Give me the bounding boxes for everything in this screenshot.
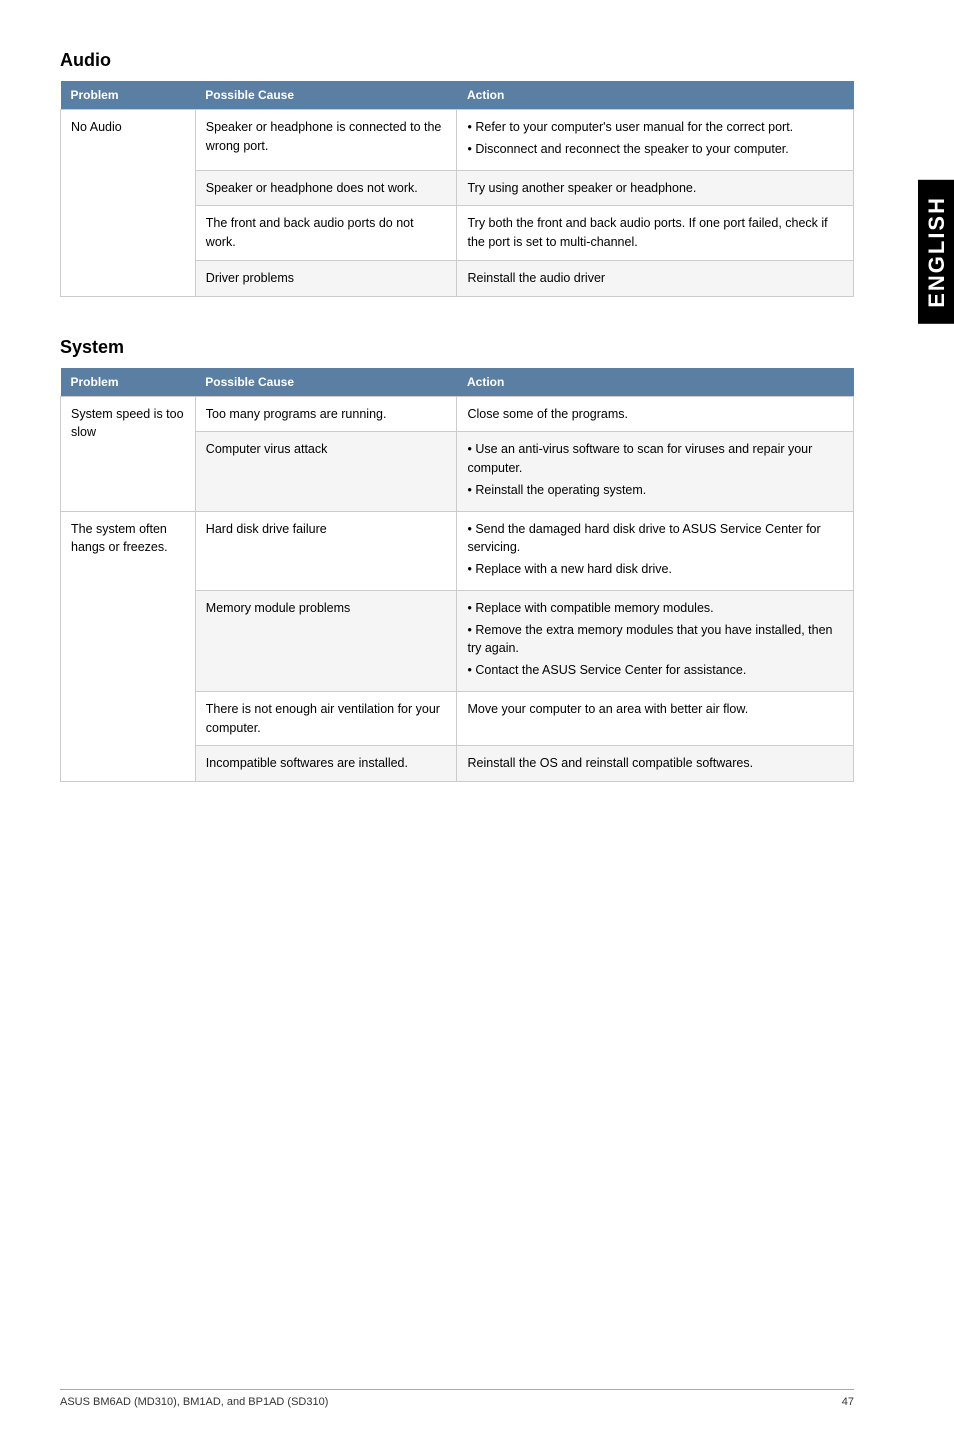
audio-cause-1: Speaker or headphone is connected to the… [195, 110, 457, 171]
audio-header-problem: Problem [61, 81, 196, 110]
table-row: No Audio Speaker or headphone is connect… [61, 110, 854, 171]
system-problem-speed: System speed is too slow [61, 396, 196, 511]
system-problem-hangs: The system often hangs or freezes. [61, 511, 196, 782]
audio-action-1: Refer to your computer's user manual for… [457, 110, 854, 171]
audio-section-title: Audio [60, 50, 854, 71]
audio-action-3: Try both the front and back audio ports.… [457, 206, 854, 261]
audio-action-2: Try using another speaker or headphone. [457, 170, 854, 206]
system-header-cause: Possible Cause [195, 368, 457, 397]
system-header-problem: Problem [61, 368, 196, 397]
system-action-5: Move your computer to an area with bette… [457, 691, 854, 746]
system-cause-3: Hard disk drive failure [195, 511, 457, 590]
footer: ASUS BM6AD (MD310), BM1AD, and BP1AD (SD… [60, 1389, 854, 1408]
system-action-3: Send the damaged hard disk drive to ASUS… [457, 511, 854, 590]
audio-action-4: Reinstall the audio driver [457, 260, 854, 296]
system-cause-4: Memory module problems [195, 590, 457, 691]
audio-table: Problem Possible Cause Action No Audio S… [60, 81, 854, 297]
audio-header-cause: Possible Cause [195, 81, 457, 110]
system-cause-6: Incompatible softwares are installed. [195, 746, 457, 782]
side-tab: ENGLISH [918, 180, 954, 324]
system-cause-2: Computer virus attack [195, 432, 457, 511]
audio-header-action: Action [457, 81, 854, 110]
footer-left: ASUS BM6AD (MD310), BM1AD, and BP1AD (SD… [60, 1396, 328, 1408]
system-table: Problem Possible Cause Action System spe… [60, 368, 854, 783]
system-action-2: Use an anti-virus software to scan for v… [457, 432, 854, 511]
system-action-6: Reinstall the OS and reinstall compatibl… [457, 746, 854, 782]
system-action-1: Close some of the programs. [457, 396, 854, 432]
table-row: System speed is too slow Too many progra… [61, 396, 854, 432]
footer-right: 47 [842, 1396, 854, 1408]
audio-cause-2: Speaker or headphone does not work. [195, 170, 457, 206]
system-header-action: Action [457, 368, 854, 397]
audio-problem-no-audio: No Audio [61, 110, 196, 297]
system-cause-1: Too many programs are running. [195, 396, 457, 432]
table-row: The system often hangs or freezes. Hard … [61, 511, 854, 590]
system-section-title: System [60, 337, 854, 358]
audio-cause-3: The front and back audio ports do not wo… [195, 206, 457, 261]
system-cause-5: There is not enough air ventilation for … [195, 691, 457, 746]
system-action-4: Replace with compatible memory modules. … [457, 590, 854, 691]
audio-cause-4: Driver problems [195, 260, 457, 296]
